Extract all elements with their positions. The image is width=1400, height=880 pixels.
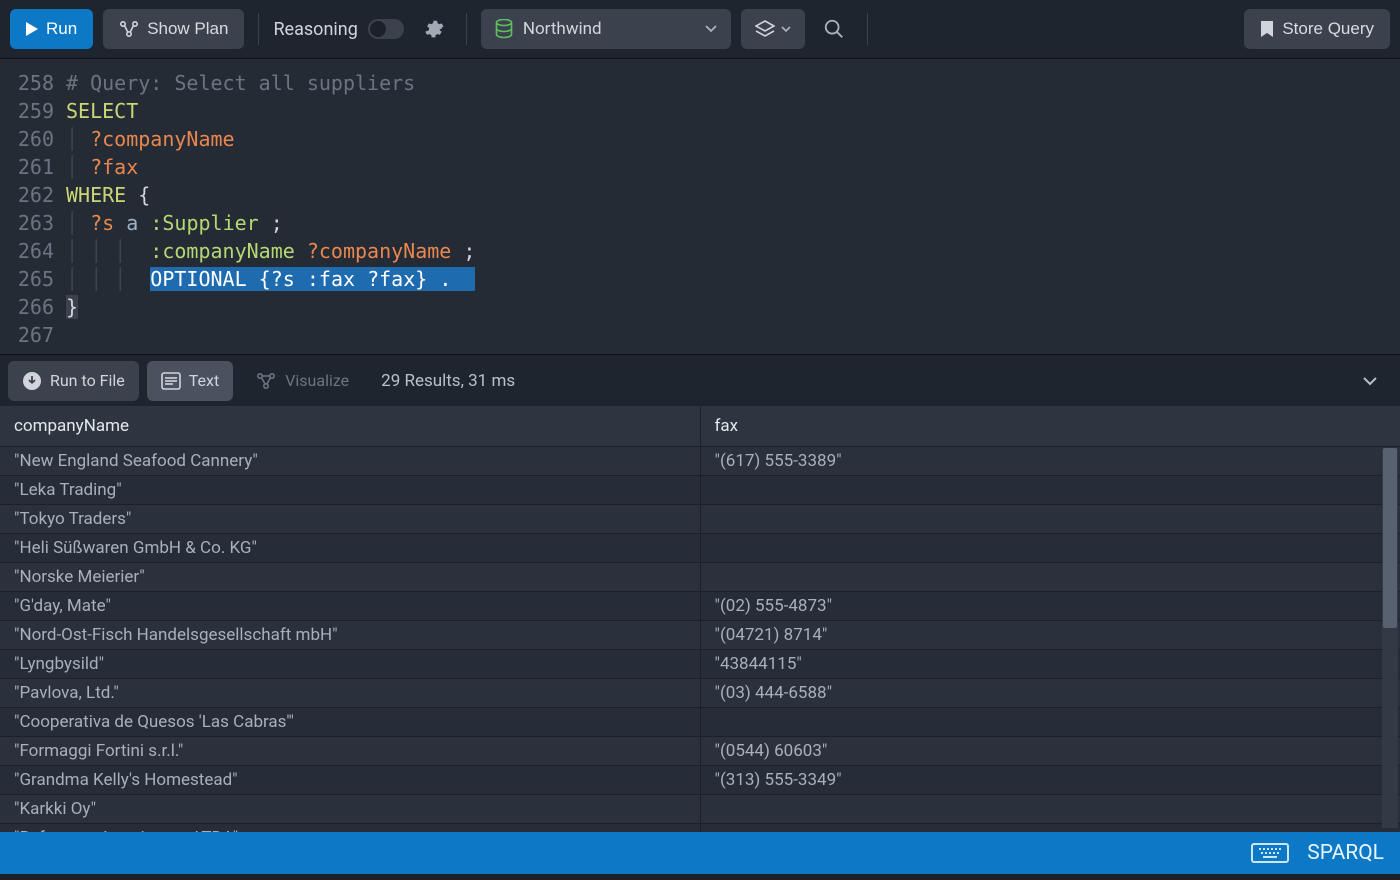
layers-button[interactable] xyxy=(741,9,805,49)
divider xyxy=(466,13,467,45)
results-summary: 29 Results, 31 ms xyxy=(381,371,515,391)
reasoning-label: Reasoning xyxy=(273,19,357,40)
database-select[interactable]: Northwind xyxy=(481,9,731,49)
toolbar: Run Show Plan Reasoning xyxy=(0,0,1400,59)
scrollbar-thumb[interactable] xyxy=(1383,448,1397,628)
cell-fax[interactable]: "43844115" xyxy=(700,650,1400,679)
cell-companyName[interactable]: "New England Seafood Cannery" xyxy=(0,447,700,476)
cell-fax[interactable]: "(0544) 60603" xyxy=(700,737,1400,766)
table-row[interactable]: "G'day, Mate""(02) 555-4873" xyxy=(0,592,1400,621)
toolbar-right: Store Query xyxy=(1244,9,1390,49)
visualize-button[interactable]: Visualize xyxy=(241,361,363,401)
table-row[interactable]: "Refrescos Americanas LTDA" xyxy=(0,824,1400,833)
table-row[interactable]: "Nord-Ost-Fisch Handelsgesellschaft mbH"… xyxy=(0,621,1400,650)
database-name: Northwind xyxy=(523,19,602,39)
table-row[interactable]: "Lyngbysild""43844115" xyxy=(0,650,1400,679)
cell-companyName[interactable]: "Leka Trading" xyxy=(0,476,700,505)
cell-companyName[interactable]: "Tokyo Traders" xyxy=(0,505,700,534)
database-icon xyxy=(495,19,513,39)
layers-icon xyxy=(755,20,775,38)
column-header[interactable]: companyName xyxy=(0,406,700,447)
table-row[interactable]: "Pavlova, Ltd.""(03) 444-6588" xyxy=(0,679,1400,708)
column-header[interactable]: fax xyxy=(700,406,1400,447)
cell-fax[interactable] xyxy=(700,534,1400,563)
run-to-file-label: Run to File xyxy=(50,371,125,390)
cell-companyName[interactable]: "Norske Meierier" xyxy=(0,563,700,592)
cell-fax[interactable]: "(617) 555-3389" xyxy=(700,447,1400,476)
run-button-label: Run xyxy=(46,19,77,39)
cell-fax[interactable]: "(03) 444-6588" xyxy=(700,679,1400,708)
table-row[interactable]: "Leka Trading" xyxy=(0,476,1400,505)
cell-fax[interactable] xyxy=(700,505,1400,534)
show-plan-button[interactable]: Show Plan xyxy=(103,9,244,49)
results-bar: Run to File Text Visualize 29 Results xyxy=(0,354,1400,406)
table-row[interactable]: "Karkki Oy" xyxy=(0,795,1400,824)
reasoning-toggle-group: Reasoning xyxy=(273,19,403,40)
cell-companyName[interactable]: "Formaggi Fortini s.r.l." xyxy=(0,737,700,766)
cell-companyName[interactable]: "Nord-Ost-Fisch Handelsgesellschaft mbH" xyxy=(0,621,700,650)
chevron-down-icon xyxy=(705,25,717,33)
cell-fax[interactable] xyxy=(700,563,1400,592)
table-row[interactable]: "Tokyo Traders" xyxy=(0,505,1400,534)
keyboard-icon[interactable] xyxy=(1251,843,1289,863)
show-plan-label: Show Plan xyxy=(147,19,228,39)
search-icon[interactable] xyxy=(815,18,853,40)
text-view-button[interactable]: Text xyxy=(147,361,233,401)
cell-fax[interactable]: "(313) 555-3349" xyxy=(700,766,1400,795)
results-collapse-button[interactable] xyxy=(1348,371,1392,390)
reasoning-toggle[interactable] xyxy=(368,19,404,39)
chevron-down-icon xyxy=(781,26,791,33)
gear-icon[interactable] xyxy=(414,18,452,40)
table-row[interactable]: "Norske Meierier" xyxy=(0,563,1400,592)
language-indicator[interactable]: SPARQL xyxy=(1307,841,1384,865)
text-page-icon xyxy=(161,372,181,390)
cell-companyName[interactable]: "Grandma Kelly's Homestead" xyxy=(0,766,700,795)
results-table: companyName fax "New England Seafood Can… xyxy=(0,406,1400,832)
editor[interactable]: 258259260261262263264265266267 # Query: … xyxy=(0,59,1400,354)
visualize-label: Visualize xyxy=(285,371,349,390)
cell-companyName[interactable]: "G'day, Mate" xyxy=(0,592,700,621)
cell-fax[interactable] xyxy=(700,708,1400,737)
bookmark-icon xyxy=(1260,20,1274,38)
table-row[interactable]: "Grandma Kelly's Homestead""(313) 555-33… xyxy=(0,766,1400,795)
store-query-label: Store Query xyxy=(1282,19,1374,39)
run-button[interactable]: Run xyxy=(10,9,93,49)
table-row[interactable]: "New England Seafood Cannery""(617) 555-… xyxy=(0,447,1400,476)
bottom-gap xyxy=(0,874,1400,880)
graph-nodes-icon xyxy=(255,371,277,391)
plan-graph-icon xyxy=(119,20,139,38)
cell-fax[interactable]: "(04721) 8714" xyxy=(700,621,1400,650)
download-circle-icon xyxy=(22,371,42,391)
cell-fax[interactable] xyxy=(700,795,1400,824)
results-header-row: companyName fax xyxy=(0,406,1400,447)
cell-fax[interactable] xyxy=(700,824,1400,833)
results-wrap: companyName fax "New England Seafood Can… xyxy=(0,406,1400,832)
table-row[interactable]: "Heli Süßwaren GmbH & Co. KG" xyxy=(0,534,1400,563)
table-row[interactable]: "Formaggi Fortini s.r.l.""(0544) 60603" xyxy=(0,737,1400,766)
results-scrollbar[interactable] xyxy=(1382,448,1398,828)
store-query-button[interactable]: Store Query xyxy=(1244,9,1390,49)
status-bar: SPARQL xyxy=(0,832,1400,874)
cell-companyName[interactable]: "Pavlova, Ltd." xyxy=(0,679,700,708)
cell-companyName[interactable]: "Heli Süßwaren GmbH & Co. KG" xyxy=(0,534,700,563)
editor-code[interactable]: # Query: Select all suppliersSELECT│ ?co… xyxy=(66,69,1400,354)
editor-gutter: 258259260261262263264265266267 xyxy=(0,69,66,354)
cell-companyName[interactable]: "Refrescos Americanas LTDA" xyxy=(0,824,700,833)
table-row[interactable]: "Cooperativa de Quesos 'Las Cabras'" xyxy=(0,708,1400,737)
cell-fax[interactable]: "(02) 555-4873" xyxy=(700,592,1400,621)
run-to-file-button[interactable]: Run to File xyxy=(8,361,139,401)
divider xyxy=(867,13,868,45)
play-icon xyxy=(26,22,38,36)
text-view-label: Text xyxy=(189,371,219,390)
cell-companyName[interactable]: "Cooperativa de Quesos 'Las Cabras'" xyxy=(0,708,700,737)
cell-companyName[interactable]: "Karkki Oy" xyxy=(0,795,700,824)
cell-fax[interactable] xyxy=(700,476,1400,505)
divider xyxy=(258,13,259,45)
cell-companyName[interactable]: "Lyngbysild" xyxy=(0,650,700,679)
